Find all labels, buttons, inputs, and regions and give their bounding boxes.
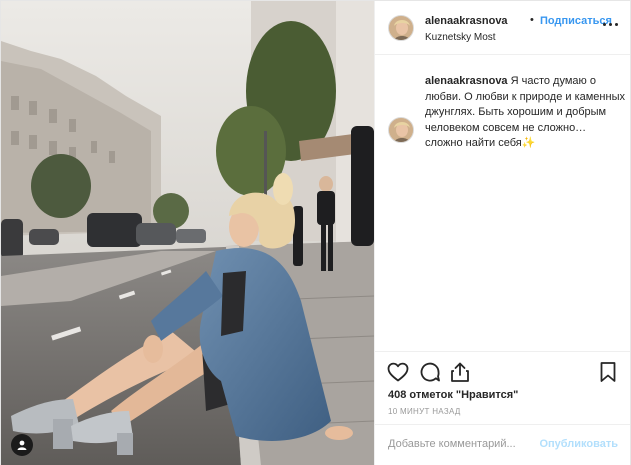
actions-area: 408 отметок "Нравится" 10 МИНУТ НАЗАД — [375, 351, 630, 421]
publish-button[interactable]: Опубликовать — [539, 438, 618, 450]
comment-bar: Опубликовать — [375, 424, 630, 465]
dot — [615, 23, 618, 26]
post-photo[interactable] — [1, 1, 374, 465]
caption-avatar[interactable] — [388, 117, 414, 143]
more-options-icon[interactable] — [603, 23, 618, 26]
heart-icon[interactable] — [386, 360, 410, 384]
avatar-image — [389, 118, 413, 142]
post-timestamp[interactable]: 10 МИНУТ НАЗАД — [388, 407, 461, 416]
post-side-panel: alenaakrasnova • Подписаться Kuznetsky M… — [374, 1, 630, 465]
avatar-image — [389, 16, 413, 40]
instagram-post: alenaakrasnova • Подписаться Kuznetsky M… — [0, 0, 631, 465]
comment-icon[interactable] — [418, 360, 442, 384]
avatar[interactable] — [388, 15, 414, 41]
sparkles-emoji: ✨ — [521, 137, 536, 149]
dot — [603, 23, 606, 26]
person-icon — [17, 440, 27, 450]
dot — [609, 23, 612, 26]
street-photo-illustration — [1, 1, 374, 465]
caption-text: alenaakrasnova Я часто думаю о любви. О … — [425, 74, 625, 152]
bookmark-icon[interactable] — [596, 360, 620, 384]
location-link[interactable]: Kuznetsky Most — [425, 32, 496, 43]
likes-count[interactable]: 408 отметок "Нравится" — [388, 389, 518, 401]
caption-username[interactable]: alenaakrasnova — [425, 75, 508, 87]
separator-dot: • — [530, 14, 534, 26]
share-icon[interactable] — [448, 360, 472, 384]
comment-input[interactable] — [388, 438, 538, 450]
tagged-user-icon[interactable] — [11, 434, 33, 456]
follow-button[interactable]: Подписаться — [540, 15, 612, 27]
header-username[interactable]: alenaakrasnova — [425, 15, 508, 27]
post-header: alenaakrasnova • Подписаться Kuznetsky M… — [375, 1, 630, 55]
